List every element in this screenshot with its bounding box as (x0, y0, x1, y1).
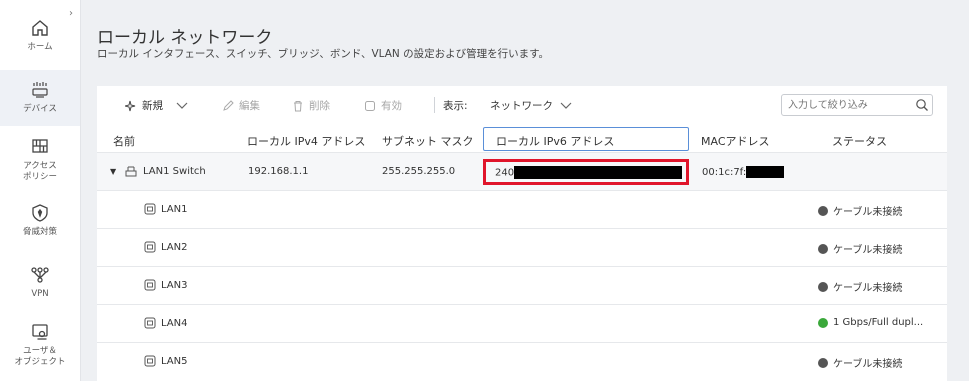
view-select-value: ネットワーク (490, 100, 553, 112)
port-icon (144, 241, 156, 253)
view-select[interactable]: ネットワーク (490, 98, 572, 113)
table-row[interactable]: LAN1 ケーブル未接続 (97, 190, 947, 228)
group-mac: 00:1c:7f: (702, 166, 785, 178)
row-name: LAN5 (161, 356, 188, 367)
chevron-down-icon (560, 102, 572, 109)
page-subtitle: ローカル インタフェース、スイッチ、ブリッジ、ボンド、VLAN の設定および管理… (97, 48, 550, 60)
vpn-icon (31, 267, 49, 283)
row-status: ケーブル未接続 (818, 355, 902, 370)
shield-icon (32, 204, 48, 222)
table-row-lan1-switch[interactable]: ▼ LAN1 Switch 192.168.1.1 255.255.255.0 … (97, 152, 947, 190)
status-disconnected-icon (818, 357, 828, 368)
row-status: 1 Gbps/Full dupl... (818, 317, 923, 328)
page-title: ローカル ネットワーク (97, 28, 273, 48)
enable-button-label: 有効 (381, 100, 402, 112)
group-mac-prefix: 00:1c:7f: (702, 167, 747, 178)
sidebar-item-vpn[interactable]: VPN (0, 265, 80, 305)
switch-icon (125, 166, 137, 177)
home-icon (32, 20, 48, 36)
row-name: LAN3 (161, 280, 188, 291)
table-row[interactable]: LAN2 ケーブル未接続 (97, 228, 947, 266)
group-name: LAN1 Switch (143, 166, 206, 177)
users-objects-icon (32, 324, 48, 340)
row-status: ケーブル未接続 (818, 279, 902, 294)
row-name: LAN1 (161, 204, 188, 215)
table-header: 名前 ローカル IPv4 アドレス サブネット マスク ローカル IPv6 アド… (97, 126, 947, 152)
status-connected-icon (818, 317, 828, 328)
edit-button[interactable]: 編集 (222, 98, 260, 113)
group-subnet-mask: 255.255.255.0 (382, 166, 456, 177)
row-name: LAN4 (161, 318, 188, 329)
column-header-status[interactable]: ステータス (832, 133, 887, 149)
sidebar-item-threat-protection[interactable]: 脅威対策 (0, 203, 80, 243)
ipv6-highlight-box (483, 159, 689, 185)
sidebar-item-users-objects[interactable]: ユーザ＆ オブジェクト (0, 322, 80, 372)
table-row[interactable]: LAN5 ケーブル未接続 (97, 342, 947, 380)
new-button-label: 新規 (142, 100, 163, 112)
access-policy-icon (32, 139, 48, 153)
row-status-label: ケーブル未接続 (833, 283, 903, 294)
pencil-icon (223, 99, 234, 111)
row-status: ケーブル未接続 (818, 241, 902, 256)
enable-button[interactable]: 有効 (364, 98, 402, 113)
port-icon (144, 203, 156, 215)
table-row[interactable]: LAN4 1 Gbps/Full dupl... (97, 304, 947, 342)
column-header-ipv6[interactable]: ローカル IPv6 アドレス (496, 133, 614, 149)
sidebar-item-devices[interactable]: デバイス (0, 70, 80, 126)
row-status-label: ケーブル未接続 (833, 207, 903, 218)
sidebar-item-label: ホーム (27, 42, 53, 52)
row-status: ケーブル未接続 (818, 203, 902, 218)
row-status-label: ケーブル未接続 (833, 245, 903, 256)
table-row[interactable]: LAN3 ケーブル未接続 (97, 266, 947, 304)
column-header-name[interactable]: 名前 (113, 133, 135, 149)
enable-icon (365, 100, 375, 111)
column-header-ipv4[interactable]: ローカル IPv4 アドレス (247, 133, 365, 149)
group-ipv4: 192.168.1.1 (248, 166, 309, 177)
sidebar-item-access-policy[interactable]: アクセス ポリシー (0, 137, 80, 187)
expand-caret-icon[interactable]: ▼ (110, 167, 116, 176)
status-disconnected-icon (818, 281, 828, 292)
row-status-label: ケーブル未接続 (833, 359, 903, 370)
toolbar-divider (434, 97, 435, 113)
trash-icon (294, 100, 302, 111)
view-label: 表示: (443, 100, 468, 112)
port-icon (144, 317, 156, 329)
filter-search-input[interactable] (781, 94, 933, 116)
network-card: 新規 編集 削除 有効 表示: ネットワーク 名前 ローカル IPv4 アドレス… (97, 86, 947, 381)
column-header-mac[interactable]: MACアドレス (701, 133, 770, 149)
delete-button[interactable]: 削除 (292, 98, 330, 113)
status-disconnected-icon (818, 243, 828, 254)
devices-icon (32, 82, 48, 98)
sidebar: › ホーム デバイス アクセス ポリシー 脅威対策 VPN ユーザ＆ オブジェク… (0, 0, 81, 381)
toolbar: 新規 編集 削除 有効 表示: ネットワーク (97, 86, 947, 126)
search-icon[interactable] (915, 98, 929, 112)
sidebar-item-label: 脅威対策 (22, 227, 57, 237)
sidebar-item-label: VPN (31, 289, 49, 299)
chevron-down-icon (176, 102, 188, 109)
sidebar-item-label: デバイス (23, 104, 57, 114)
new-sparkle-icon (125, 100, 136, 111)
edit-button-label: 編集 (239, 100, 260, 112)
redaction-block (746, 166, 785, 178)
column-header-subnet-mask[interactable]: サブネット マスク (382, 133, 474, 149)
delete-button-label: 削除 (309, 100, 330, 112)
sidebar-item-home[interactable]: ホーム (0, 18, 80, 64)
port-icon (144, 355, 156, 367)
port-icon (144, 279, 156, 291)
sidebar-item-label: ユーザ＆ オブジェクト (14, 346, 66, 367)
sidebar-item-label: アクセス ポリシー (22, 161, 57, 182)
new-button[interactable]: 新規 (125, 98, 188, 113)
status-disconnected-icon (818, 205, 828, 216)
row-status-label: 1 Gbps/Full dupl... (833, 317, 924, 328)
row-name: LAN2 (161, 242, 188, 253)
